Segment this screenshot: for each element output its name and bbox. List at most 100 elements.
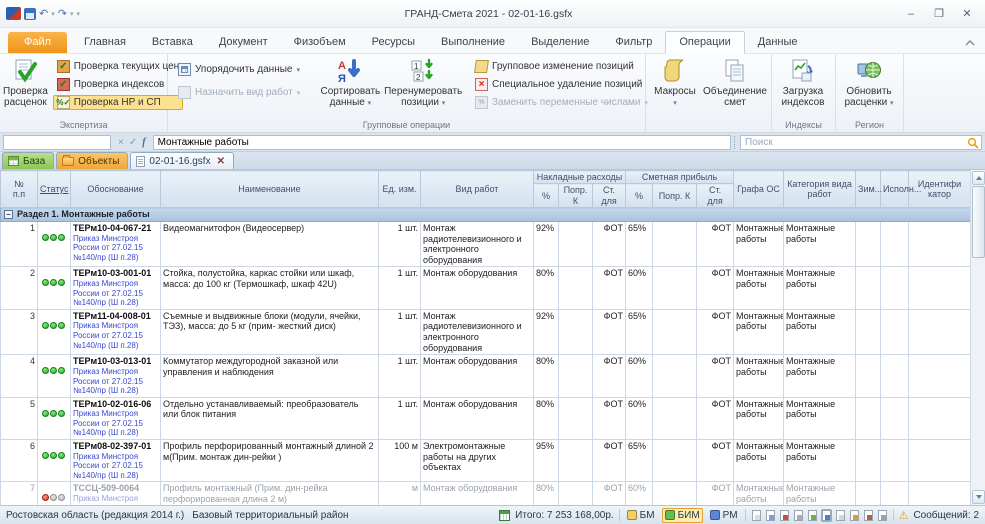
search-icon[interactable] xyxy=(967,137,979,149)
cell-name[interactable]: Отдельно устанавливаемый: преобразовател… xyxy=(161,397,379,439)
vertical-scrollbar[interactable] xyxy=(970,170,985,505)
cell-category[interactable]: Монтажные работы xyxy=(784,355,856,397)
cell-grafa-os[interactable]: Монтажные работы xyxy=(734,482,784,505)
cell-nr-k[interactable] xyxy=(559,482,593,505)
col-header-justification[interactable]: Обоснование xyxy=(71,171,161,208)
table-row[interactable]: 6ТЕРм08-02-397-01Приказ Минстроя России … xyxy=(1,440,971,482)
cell-grafa-os[interactable]: Монтажные работы xyxy=(734,355,784,397)
cell-justification[interactable]: ТЕРм10-02-016-06Приказ Минстроя России о… xyxy=(71,397,161,439)
cell-category[interactable]: Монтажные работы xyxy=(784,222,856,267)
arrange-data-button[interactable]: Упорядочить данные ▾ xyxy=(174,62,317,77)
cell-nr-k[interactable] xyxy=(559,397,593,439)
cell-status[interactable] xyxy=(38,309,71,354)
cell-work-type[interactable]: Монтаж оборудования xyxy=(421,482,534,505)
cell-name[interactable]: Съемные и выдвижные блоки (модули, ячейк… xyxy=(161,309,379,354)
col-header-nr-k[interactable]: Попр. К xyxy=(559,184,593,208)
cell-justification[interactable]: ТССЦ-509-0064Приказ Минстроя России от 2… xyxy=(71,482,161,505)
cell-grafa-os[interactable]: Монтажные работы xyxy=(734,267,784,309)
cell-sp-k[interactable] xyxy=(653,309,697,354)
cell-status[interactable] xyxy=(38,440,71,482)
cell-sp-base[interactable]: ФОТ xyxy=(697,355,734,397)
cell-row-number[interactable]: 4 xyxy=(1,355,38,397)
cell-justification[interactable]: ТЕРм11-04-008-01Приказ Минстроя России о… xyxy=(71,309,161,354)
check-current-prices-button[interactable]: ✓ Проверка текущих цен xyxy=(53,59,183,74)
update-rates-button[interactable]: Обновить расценки ▾ xyxy=(838,56,900,110)
cell-identifier[interactable] xyxy=(909,267,971,309)
cell-unit[interactable]: 1 шт. xyxy=(379,397,421,439)
cell-status[interactable] xyxy=(38,355,71,397)
sort-data-button[interactable]: А Я Сортировать данные ▾ xyxy=(321,56,379,110)
cell-nr-base[interactable]: ФОТ xyxy=(593,440,626,482)
cell-nr-percent[interactable]: 80% xyxy=(534,397,559,439)
cell-nr-base[interactable]: ФОТ xyxy=(593,267,626,309)
cell-work-type[interactable]: Монтаж радиотелевизионного и электронног… xyxy=(421,222,534,267)
cell-category[interactable]: Монтажные работы xyxy=(784,397,856,439)
col-header-unit[interactable]: Ед. изм. xyxy=(379,171,421,208)
cell-sp-base[interactable]: ФОТ xyxy=(697,222,734,267)
doc-state-icon[interactable] xyxy=(877,509,888,522)
cell-unit[interactable]: 1 шт. xyxy=(379,267,421,309)
cell-category[interactable]: Монтажные работы xyxy=(784,309,856,354)
doc-state-icon[interactable] xyxy=(765,509,776,522)
mode-bm-toggle[interactable]: БМ xyxy=(625,509,657,522)
cell-winter[interactable] xyxy=(856,309,881,354)
col-header-num[interactable]: № п.п xyxy=(1,171,38,208)
tab-vydelenie[interactable]: Выделение xyxy=(518,32,602,53)
cell-identifier[interactable] xyxy=(909,482,971,505)
table-row[interactable]: 3ТЕРм11-04-008-01Приказ Минстроя России … xyxy=(1,309,971,354)
cell-justification[interactable]: ТЕРм10-04-067-21Приказ Минстроя России о… xyxy=(71,222,161,267)
tab-resursy[interactable]: Ресурсы xyxy=(359,32,428,53)
tab-operatsii[interactable]: Операции xyxy=(665,31,744,54)
col-header-sp-percent[interactable]: % xyxy=(626,184,653,208)
cell-unit[interactable]: м xyxy=(379,482,421,505)
doc-tab-objects[interactable]: Объекты xyxy=(56,152,128,169)
cell-row-number[interactable]: 7 xyxy=(1,482,38,505)
cell-nr-k[interactable] xyxy=(559,267,593,309)
cell-nr-base[interactable]: ФОТ xyxy=(593,309,626,354)
collapse-section-icon[interactable]: − xyxy=(4,210,13,219)
cell-row-number[interactable]: 1 xyxy=(1,222,38,267)
cell-sp-base[interactable]: ФОТ xyxy=(697,397,734,439)
doc-state-icon[interactable] xyxy=(779,509,790,522)
cell-category[interactable]: Монтажные работы xyxy=(784,482,856,505)
cell-reference-box[interactable] xyxy=(3,135,111,150)
col-header-nr-st[interactable]: Ст. для xyxy=(593,184,626,208)
cell-sp-base[interactable]: ФОТ xyxy=(697,267,734,309)
cell-winter[interactable] xyxy=(856,355,881,397)
close-tab-icon[interactable]: ✕ xyxy=(217,156,225,167)
redo-dropdown-icon[interactable]: ▾ xyxy=(70,10,74,18)
cell-row-number[interactable]: 2 xyxy=(1,267,38,309)
cell-category[interactable]: Монтажные работы xyxy=(784,440,856,482)
cell-identifier[interactable] xyxy=(909,397,971,439)
cell-winter[interactable] xyxy=(856,482,881,505)
cell-work-type[interactable]: Монтаж радиотелевизионного и электронног… xyxy=(421,309,534,354)
cell-sp-percent[interactable]: 65% xyxy=(626,309,653,354)
app-icon[interactable] xyxy=(6,7,21,20)
macros-button[interactable]: Макросы▾ xyxy=(648,56,702,110)
minimize-button[interactable]: – xyxy=(897,4,925,24)
cell-status[interactable] xyxy=(38,397,71,439)
table-row[interactable]: 7 ТССЦ-509-0064Приказ Минстроя России от … xyxy=(1,482,971,505)
splitter-handle[interactable] xyxy=(734,136,737,149)
cell-status[interactable] xyxy=(38,222,71,267)
assign-work-type-button[interactable]: Назначить вид работ ▾ xyxy=(174,85,317,100)
cell-winter[interactable] xyxy=(856,222,881,267)
cell-nr-base[interactable]: ФОТ xyxy=(593,222,626,267)
search-input[interactable] xyxy=(741,137,981,148)
col-header-category[interactable]: Категория вида работ xyxy=(784,171,856,208)
undo-dropdown-icon[interactable]: ▾ xyxy=(51,10,55,18)
cell-executor[interactable] xyxy=(881,355,909,397)
cell-executor[interactable] xyxy=(881,309,909,354)
save-icon[interactable] xyxy=(24,8,36,20)
formula-value-input[interactable] xyxy=(153,135,731,150)
check-nr-sp-button[interactable]: %✓ Проверка НР и СП xyxy=(53,95,183,110)
cell-identifier[interactable] xyxy=(909,355,971,397)
cell-unit[interactable]: 1 шт. xyxy=(379,355,421,397)
section-header-row[interactable]: −Раздел 1. Монтажные работы xyxy=(1,208,971,222)
doc-state-icon[interactable] xyxy=(807,509,818,522)
table-row[interactable]: 2 ТЕРм10-03-001-01Приказ Минстроя России … xyxy=(1,267,971,309)
cell-work-type[interactable]: Монтаж оборудования xyxy=(421,355,534,397)
undo-icon[interactable]: ↶ xyxy=(39,7,48,20)
cell-sp-base[interactable]: ФОТ xyxy=(697,482,734,505)
cell-justification[interactable]: ТЕРм10-03-001-01Приказ Минстроя России о… xyxy=(71,267,161,309)
